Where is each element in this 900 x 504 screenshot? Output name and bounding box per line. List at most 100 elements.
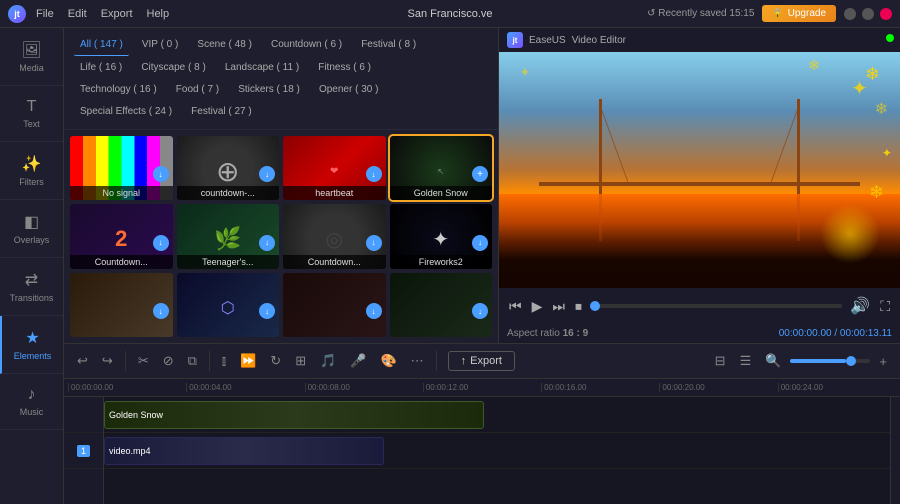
tag-stickers[interactable]: Stickers ( 18 ) bbox=[232, 80, 306, 100]
grid-item-no-signal[interactable]: ↓ No signal bbox=[70, 136, 173, 200]
more-button[interactable]: ⋯ bbox=[406, 349, 429, 373]
download-badge-7[interactable]: ↓ bbox=[366, 235, 382, 251]
tag-festival1[interactable]: Festival ( 8 ) bbox=[355, 35, 422, 55]
menu-bar: File Edit Export Help bbox=[36, 8, 169, 20]
cut-button[interactable]: ✂ bbox=[133, 349, 154, 373]
sidebar-item-overlays[interactable]: ◧ Overlays bbox=[0, 200, 63, 258]
rotate-button[interactable]: ↻ bbox=[265, 349, 286, 373]
main-area: 🖼 Media T Text ✨ Filters ◧ Overlays ⇄ Tr… bbox=[0, 28, 900, 504]
grid-item-heartbeat[interactable]: ❤ ↓ heartbeat bbox=[283, 136, 386, 200]
tag-fitness[interactable]: Fitness ( 6 ) bbox=[312, 58, 377, 78]
captions-button[interactable]: ☰ bbox=[735, 349, 757, 373]
playback-progress[interactable] bbox=[590, 304, 842, 308]
golden-snow-clip[interactable]: Golden Snow bbox=[104, 401, 484, 429]
tag-all[interactable]: All ( 147 ) bbox=[74, 35, 129, 56]
progress-handle[interactable] bbox=[590, 301, 600, 311]
grid-item-misc3[interactable]: ↓ bbox=[283, 273, 386, 337]
split-button[interactable]: ⫾ bbox=[217, 349, 231, 373]
export-button[interactable]: ↑ Export bbox=[448, 351, 515, 371]
menu-file[interactable]: File bbox=[36, 8, 54, 20]
tag-festival2[interactable]: Festival ( 27 ) bbox=[185, 102, 258, 122]
download-badge-8[interactable]: ↓ bbox=[472, 235, 488, 251]
preview-canvas[interactable]: ❄ ❄ ✦ ❄ ✦ ❄ ✦ bbox=[499, 52, 900, 288]
maximize-button[interactable] bbox=[862, 8, 874, 20]
menu-help[interactable]: Help bbox=[147, 8, 170, 20]
tag-scene[interactable]: Scene ( 48 ) bbox=[191, 35, 257, 55]
gold-glow bbox=[820, 204, 880, 264]
minimize-button[interactable] bbox=[844, 8, 856, 20]
crop-button[interactable]: ⊞ bbox=[290, 349, 311, 373]
track-label-0 bbox=[64, 397, 103, 433]
download-badge-1[interactable]: ↓ bbox=[153, 166, 169, 182]
preview-header: jt EaseUS Video Editor bbox=[499, 28, 900, 52]
download-badge-9[interactable]: ↓ bbox=[153, 303, 169, 319]
tag-special-effects[interactable]: Special Effects ( 24 ) bbox=[74, 102, 178, 122]
delete-button[interactable]: ⊘ bbox=[158, 349, 179, 373]
tag-life[interactable]: Life ( 16 ) bbox=[74, 58, 128, 78]
toolbar-separator-2 bbox=[209, 351, 210, 371]
audio-button[interactable]: 🎵 bbox=[315, 349, 341, 373]
close-button[interactable] bbox=[880, 8, 892, 20]
tag-food[interactable]: Food ( 7 ) bbox=[170, 80, 225, 100]
sidebar-item-elements[interactable]: ★ Elements bbox=[0, 316, 63, 374]
menu-export[interactable]: Export bbox=[101, 8, 133, 20]
skip-back-button[interactable]: ⏮ bbox=[507, 296, 524, 317]
upgrade-button[interactable]: Upgrade bbox=[762, 5, 836, 22]
zoom-handle[interactable] bbox=[846, 356, 856, 366]
grid-item-misc4[interactable]: ↓ bbox=[390, 273, 493, 337]
download-badge-12[interactable]: ↓ bbox=[472, 303, 488, 319]
timeline-ruler: 00:00:00.00 00:00:04.00 00:00:08.00 00:0… bbox=[64, 379, 900, 397]
skip-forward-button[interactable]: ⏭ bbox=[550, 296, 567, 317]
grid-item-countdown2[interactable]: 2 ↓ Countdown... bbox=[70, 204, 173, 268]
clip-merge-button[interactable]: ⊟ bbox=[710, 349, 731, 373]
grid-item-golden-snow[interactable]: ↖ + Golden Snow bbox=[390, 136, 493, 200]
sidebar-item-music[interactable]: ♪ Music bbox=[0, 374, 63, 430]
sidebar-item-filters[interactable]: ✨ Filters bbox=[0, 142, 63, 200]
elements-icon: ★ bbox=[25, 328, 39, 348]
golden-snow-label: Golden Snow bbox=[390, 186, 493, 200]
stop-button[interactable]: ⏹ bbox=[573, 296, 584, 317]
library-tags: All ( 147 ) VIP ( 0 ) Scene ( 48 ) Count… bbox=[64, 28, 498, 130]
speed-button[interactable]: ⏩ bbox=[235, 349, 261, 373]
teen-icon: 🌿 bbox=[214, 226, 241, 252]
grid-item-countdown3[interactable]: ◎ ↓ Countdown... bbox=[283, 204, 386, 268]
sidebar-item-transitions[interactable]: ⇄ Transitions bbox=[0, 258, 63, 316]
download-badge-10[interactable]: ↓ bbox=[259, 303, 275, 319]
sidebar-item-text[interactable]: T Text bbox=[0, 86, 63, 142]
mic-button[interactable]: 🎤 bbox=[345, 349, 371, 373]
ruler-mark-12: 00:00:12.00 bbox=[423, 383, 541, 392]
video-clip[interactable]: video.mp4 bbox=[104, 437, 384, 465]
copy-button[interactable]: ⧉ bbox=[183, 349, 202, 373]
download-badge-11[interactable]: ↓ bbox=[366, 303, 382, 319]
fullscreen-button[interactable]: ⛶ bbox=[878, 296, 892, 317]
timeline-scrollbar[interactable] bbox=[890, 397, 900, 504]
redo-button[interactable]: ↪ bbox=[97, 349, 118, 373]
download-badge-5[interactable]: ↓ bbox=[153, 235, 169, 251]
grid-item-misc1[interactable]: ↓ bbox=[70, 273, 173, 337]
grid-item-teenagers[interactable]: 🌿 ↓ Teenager's... bbox=[177, 204, 280, 268]
tag-vip[interactable]: VIP ( 0 ) bbox=[136, 35, 185, 55]
color-button[interactable]: 🎨 bbox=[375, 349, 401, 373]
grid-item-fireworks2[interactable]: ✦ ↓ Fireworks2 bbox=[390, 204, 493, 268]
zoom-out-button[interactable]: 🔍 bbox=[760, 349, 786, 373]
tag-landscape[interactable]: Landscape ( 11 ) bbox=[219, 58, 305, 78]
time-display: 00:00:00.00 / 00:00:13.11 bbox=[779, 328, 892, 339]
zoom-in-button[interactable]: + bbox=[874, 350, 892, 373]
zoom-slider[interactable] bbox=[790, 359, 870, 363]
grid-item-countdown1[interactable]: ⊕ ↓ countdown-... bbox=[177, 136, 280, 200]
tag-countdown[interactable]: Countdown ( 6 ) bbox=[265, 35, 348, 55]
tag-cityscape[interactable]: Cityscape ( 8 ) bbox=[135, 58, 211, 78]
window-controls bbox=[844, 8, 892, 20]
countdown-number-icon: 2 bbox=[115, 226, 127, 252]
volume-button[interactable]: 🔊 bbox=[848, 294, 872, 318]
tag-opener[interactable]: Opener ( 30 ) bbox=[313, 80, 384, 100]
sidebar-item-media[interactable]: 🖼 Media bbox=[0, 28, 63, 86]
play-button[interactable]: ▶ bbox=[530, 296, 545, 317]
download-badge-3[interactable]: ↓ bbox=[366, 166, 382, 182]
menu-edit[interactable]: Edit bbox=[68, 8, 87, 20]
download-badge-6[interactable]: ↓ bbox=[259, 235, 275, 251]
tag-technology[interactable]: Technology ( 16 ) bbox=[74, 80, 163, 100]
video-clip-label: video.mp4 bbox=[109, 446, 151, 456]
grid-item-misc2[interactable]: ⬡ ↓ bbox=[177, 273, 280, 337]
undo-button[interactable]: ↩ bbox=[72, 349, 93, 373]
